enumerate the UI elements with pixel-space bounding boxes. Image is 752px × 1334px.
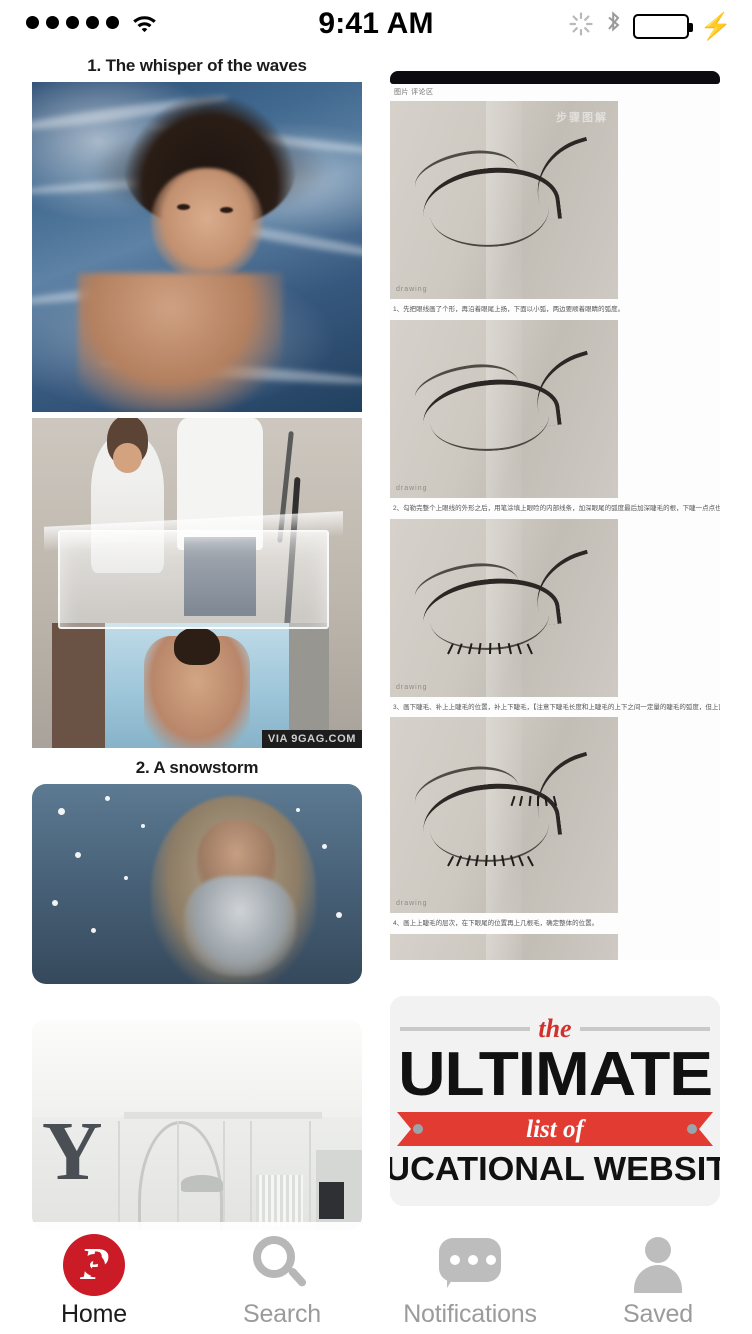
pin-card[interactable]: 1. The whisper of the waves xyxy=(32,52,362,412)
tab-saved[interactable]: Saved xyxy=(564,1234,752,1329)
poster-banner-dot-right xyxy=(686,1124,697,1134)
tutorial-step-note: 3、画下睫毛、补上上睫毛的位置，补上下睫毛，【注意下睫毛长度和上睫毛的上下之间一… xyxy=(393,703,720,711)
pin-card[interactable]: 2. A snowstorm xyxy=(32,754,362,984)
tab-notifications-label: Notifications xyxy=(403,1300,537,1328)
tab-home-label: Home xyxy=(61,1300,127,1328)
pin-card[interactable]: the ULTIMATE list of EDUCATIONAL WEBSITE… xyxy=(390,996,720,1206)
pin-image-ultimate-list[interactable]: the ULTIMATE list of EDUCATIONAL WEBSITE… xyxy=(390,996,720,1206)
tab-home[interactable]: P Home xyxy=(0,1234,188,1329)
tutorial-step: drawing 4、画上上睫毛的层次，在下眼尾的位置再上几根毛，确定整体的位置。 xyxy=(390,717,720,934)
left-column: 1. The whisper of the waves VIA 9GAG.COM… xyxy=(32,52,362,1266)
lightning-bolt-icon: ⚡ xyxy=(699,10,732,41)
pin-feed[interactable]: 1. The whisper of the waves VIA 9GAG.COM… xyxy=(0,52,752,1334)
tutorial-header-meta: 图片 评论区 xyxy=(394,89,434,96)
poster-rule-left xyxy=(400,1027,531,1031)
tutorial-step-note: 1、先把眼线画了个形，再沿着眼尾上扬，下面以小弧，两边要顺着眼睛的弧度。 xyxy=(393,306,625,313)
poster-line-ultimate: ULTIMATE xyxy=(398,1040,713,1109)
pin-card[interactable]: Y xyxy=(32,1020,362,1230)
pin-caption: 2. A snowstorm xyxy=(32,754,362,784)
poster-rule-right xyxy=(579,1027,710,1031)
activity-spinner-icon xyxy=(568,11,594,42)
poster-line-educational-websites: EDUCATIONAL WEBSITES xyxy=(390,1150,720,1187)
tutorial-step: drawing 3、画下睫毛、补上上睫毛的位置，补上下睫毛，【注意下睫毛长度和上… xyxy=(390,518,720,718)
pin-card[interactable]: 图片 评论区 步骤图解 drawing 1、先把眼线画了个形，再沿着眼尾上扬，下… xyxy=(390,71,720,960)
pinterest-logo-icon: P xyxy=(63,1234,125,1296)
poster-line-list-of: list of xyxy=(526,1115,584,1143)
status-bar: 9:41 AM ⚡ xyxy=(0,0,752,52)
pin-card[interactable]: VIA 9GAG.COM xyxy=(32,418,362,748)
pin-image-behind-the-scenes-tank[interactable]: VIA 9GAG.COM xyxy=(32,418,362,748)
poster-line-the: the xyxy=(538,1014,572,1043)
person-icon xyxy=(630,1234,686,1296)
poster-banner-dot-left xyxy=(413,1124,424,1134)
magnifier-icon xyxy=(253,1234,311,1296)
right-column: 图片 评论区 步骤图解 drawing 1、先把眼线画了个形，再沿着眼尾上扬，下… xyxy=(390,52,720,1242)
tutorial-step-note: 2、勾勒完整个上眼线的外形之后，用笔涂填上眼睑的内部线条，加深眼尾的弧度最后加深… xyxy=(393,504,720,512)
tab-notifications[interactable]: Notifications xyxy=(376,1234,564,1329)
tutorial-step: 步骤图解 drawing 1、先把眼线画了个形，再沿着眼尾上扬，下面以小弧，两边… xyxy=(390,101,720,320)
status-bar-right: ⚡ xyxy=(568,10,732,42)
bluetooth-icon xyxy=(605,10,622,42)
tab-search[interactable]: Search xyxy=(188,1234,376,1329)
lash-detail xyxy=(445,835,550,867)
tutorial-step: drawing 2、勾勒完整个上眼线的外形之后，用笔涂填上眼睑的内部线条，加深眼… xyxy=(390,319,720,519)
pin-image-snowstorm[interactable] xyxy=(32,784,362,984)
app-screen: 9:41 AM ⚡ 1. The whisper of the waves VI… xyxy=(0,0,752,1334)
pin-image-eyeliner-tutorial[interactable]: 图片 评论区 步骤图解 drawing 1、先把眼线画了个形，再沿着眼尾上扬，下… xyxy=(390,71,720,960)
tab-saved-label: Saved xyxy=(623,1300,693,1328)
speech-bubble-icon xyxy=(439,1234,501,1296)
poster-banner: list of xyxy=(397,1112,713,1146)
screenshot-status-bar xyxy=(390,71,720,84)
lash-detail-upper xyxy=(509,795,568,827)
pin-image-white-interior[interactable]: Y xyxy=(32,1020,362,1230)
image-watermark: VIA 9GAG.COM xyxy=(261,730,362,748)
tutorial-step-note: 4、画上上睫毛的层次，在下眼尾的位置再上几根毛，确定整体的位置。 xyxy=(393,920,599,928)
poster-the-row: the xyxy=(400,1014,710,1043)
pin-caption: 1. The whisper of the waves xyxy=(32,52,362,82)
battery-icon xyxy=(632,13,693,39)
lash-detail xyxy=(445,625,550,655)
pin-image-whisper-of-the-waves[interactable] xyxy=(32,82,362,412)
tab-search-label: Search xyxy=(242,1300,321,1328)
tab-bar: P Home Search Notifications Saved xyxy=(0,1222,752,1334)
